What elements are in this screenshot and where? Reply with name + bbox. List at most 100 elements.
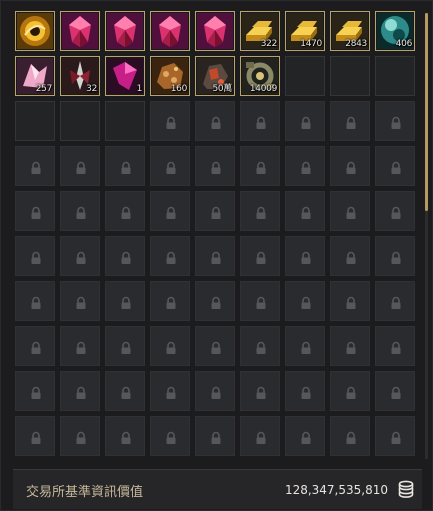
coin-stack-icon — [398, 480, 414, 498]
locked-slot — [195, 146, 235, 186]
locked-slot — [240, 146, 280, 186]
pink-crystal-icon — [197, 13, 233, 49]
lock-icon — [74, 295, 88, 309]
locked-slot — [60, 146, 100, 186]
inventory-slot[interactable] — [60, 11, 100, 51]
inventory-slot[interactable]: 406 — [375, 11, 415, 51]
locked-slot — [60, 236, 100, 276]
inventory-grid: 322 1470 2843 406 257 32 1 160 50萬 14009 — [15, 11, 417, 461]
lock-icon — [299, 340, 313, 354]
inventory-slot[interactable]: 1470 — [285, 11, 325, 51]
locked-slot — [285, 191, 325, 231]
lock-icon — [389, 205, 403, 219]
locked-slot — [15, 416, 55, 456]
locked-slot — [150, 236, 190, 276]
lock-icon — [164, 340, 178, 354]
lock-icon — [209, 340, 223, 354]
lock-icon — [299, 205, 313, 219]
locked-slot — [240, 371, 280, 411]
glowing-orb-icon — [17, 13, 53, 49]
empty-slot[interactable] — [375, 56, 415, 96]
item-quantity: 406 — [395, 39, 413, 49]
locked-slot — [60, 416, 100, 456]
empty-slot[interactable] — [60, 101, 100, 141]
locked-slot — [240, 191, 280, 231]
locked-slot — [60, 326, 100, 366]
locked-slot — [15, 191, 55, 231]
lock-icon — [389, 430, 403, 444]
lock-icon — [29, 205, 43, 219]
lock-icon — [254, 205, 268, 219]
lock-icon — [389, 250, 403, 264]
locked-slot — [105, 281, 145, 321]
lock-icon — [209, 295, 223, 309]
lock-icon — [164, 430, 178, 444]
market-value-label: 交易所基準資訊價值 — [26, 485, 144, 500]
lock-icon — [164, 250, 178, 264]
inventory-slot[interactable] — [15, 11, 55, 51]
inventory-slot[interactable]: 160 — [150, 56, 190, 96]
inventory-slot[interactable]: 322 — [240, 11, 280, 51]
empty-slot[interactable] — [330, 56, 370, 96]
scrollbar-thumb[interactable] — [425, 13, 428, 211]
lock-icon — [344, 205, 358, 219]
lock-icon — [254, 340, 268, 354]
inventory-slot[interactable]: 14009 — [240, 56, 280, 96]
lock-icon — [164, 205, 178, 219]
locked-slot — [375, 326, 415, 366]
item-quantity: 1 — [136, 84, 143, 94]
lock-icon — [299, 160, 313, 174]
locked-slot — [105, 236, 145, 276]
locked-slot — [150, 146, 190, 186]
locked-slot — [15, 326, 55, 366]
locked-slot — [240, 281, 280, 321]
inventory-slot[interactable]: 32 — [60, 56, 100, 96]
inventory-slot[interactable]: 50萬 — [195, 56, 235, 96]
locked-slot — [60, 371, 100, 411]
lock-icon — [254, 160, 268, 174]
locked-slot — [105, 326, 145, 366]
lock-icon — [29, 385, 43, 399]
locked-slot — [375, 281, 415, 321]
empty-slot[interactable] — [285, 56, 325, 96]
locked-slot — [60, 191, 100, 231]
locked-slot — [195, 371, 235, 411]
lock-icon — [344, 115, 358, 129]
locked-slot — [240, 101, 280, 141]
empty-slot[interactable] — [105, 101, 145, 141]
lock-icon — [209, 385, 223, 399]
inventory-slot[interactable] — [105, 11, 145, 51]
locked-slot — [150, 416, 190, 456]
inventory-slot[interactable] — [195, 11, 235, 51]
lock-icon — [254, 250, 268, 264]
locked-slot — [330, 326, 370, 366]
inventory-slot[interactable] — [150, 11, 190, 51]
locked-slot — [60, 281, 100, 321]
lock-icon — [164, 160, 178, 174]
lock-icon — [209, 205, 223, 219]
item-quantity: 160 — [170, 84, 188, 94]
locked-slot — [195, 101, 235, 141]
locked-slot — [330, 101, 370, 141]
inventory-slot[interactable]: 2843 — [330, 11, 370, 51]
inventory-slot[interactable]: 257 — [15, 56, 55, 96]
lock-icon — [389, 340, 403, 354]
locked-slot — [105, 191, 145, 231]
locked-slot — [285, 281, 325, 321]
lock-icon — [344, 250, 358, 264]
item-quantity: 257 — [35, 84, 53, 94]
item-quantity: 1470 — [300, 39, 322, 49]
locked-slot — [15, 371, 55, 411]
lock-icon — [344, 340, 358, 354]
locked-slot — [375, 191, 415, 231]
lock-icon — [254, 385, 268, 399]
lock-icon — [299, 250, 313, 264]
lock-icon — [164, 115, 178, 129]
locked-slot — [285, 416, 325, 456]
lock-icon — [74, 385, 88, 399]
locked-slot — [105, 146, 145, 186]
inventory-slot[interactable]: 1 — [105, 56, 145, 96]
locked-slot — [150, 326, 190, 366]
empty-slot[interactable] — [15, 101, 55, 141]
lock-icon — [119, 340, 133, 354]
